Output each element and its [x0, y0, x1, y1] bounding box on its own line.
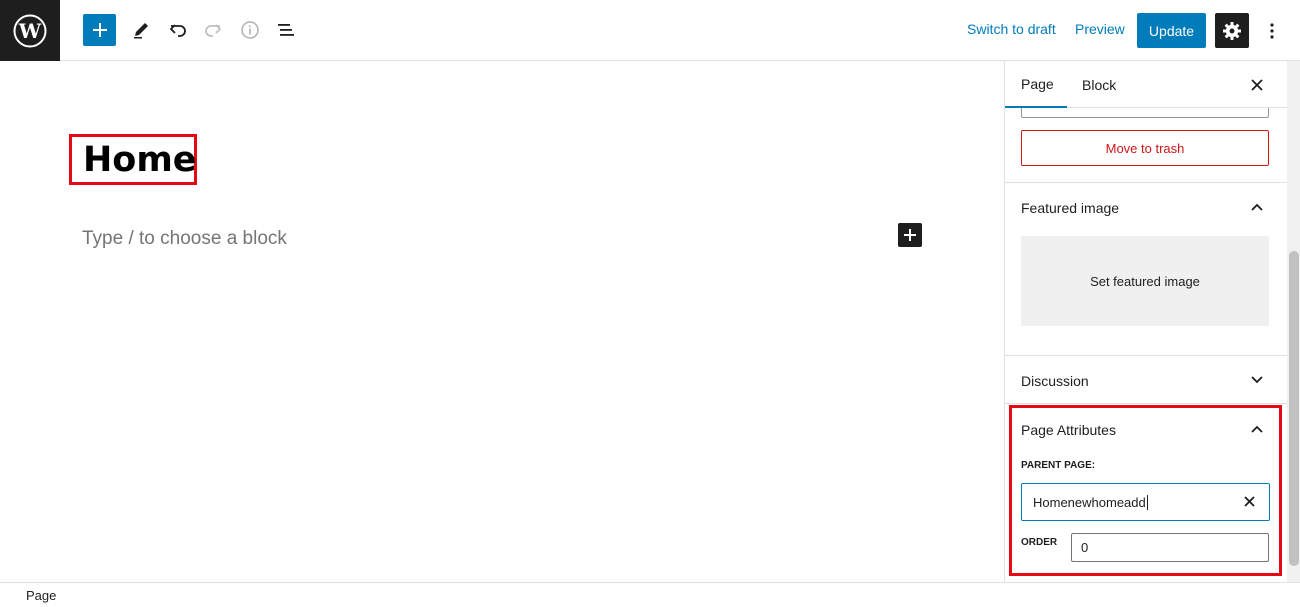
breadcrumb[interactable]: Page [26, 588, 56, 603]
options-menu-button[interactable] [1258, 13, 1286, 48]
wordpress-icon: W [13, 14, 47, 47]
block-inserter-button[interactable] [83, 14, 116, 46]
svg-text:W: W [18, 19, 42, 43]
info-icon [241, 21, 259, 39]
redo-button[interactable] [196, 13, 230, 47]
sidebar-tabs: Page Block [1005, 61, 1287, 108]
switch-to-draft-button[interactable]: Switch to draft [967, 21, 1056, 37]
set-featured-image-button[interactable]: Set featured image [1021, 236, 1269, 326]
divider [1005, 403, 1287, 404]
undo-button[interactable] [161, 13, 195, 47]
close-icon [1251, 79, 1263, 91]
editor-header: W Switch to draft Preview Update [0, 0, 1300, 61]
close-sidebar-button[interactable] [1243, 71, 1271, 99]
divider [1005, 182, 1287, 183]
move-to-trash-button[interactable]: Move to trash [1021, 130, 1269, 166]
undo-icon [169, 24, 186, 37]
discussion-toggle[interactable] [1247, 370, 1267, 390]
scrollbar-thumb[interactable] [1289, 251, 1299, 566]
update-button[interactable]: Update [1137, 13, 1206, 48]
previous-field-edge [1021, 108, 1269, 118]
settings-button[interactable] [1215, 13, 1249, 48]
more-vertical-icon [1270, 22, 1274, 39]
footer-bar: Page [0, 582, 1300, 607]
empty-block-placeholder[interactable]: Type / to choose a block [82, 228, 287, 250]
details-button[interactable] [233, 13, 267, 47]
add-block-button[interactable] [898, 223, 922, 247]
tab-block[interactable]: Block [1082, 61, 1116, 108]
chevron-down-icon [1251, 376, 1263, 384]
tab-page[interactable]: Page [1005, 61, 1067, 108]
plus-icon [92, 23, 107, 37]
redo-icon [205, 24, 222, 37]
page-title-highlight[interactable]: Home [69, 134, 197, 185]
divider [1005, 355, 1287, 356]
pencil-icon [134, 23, 148, 39]
discussion-panel-title[interactable]: Discussion [1021, 373, 1089, 389]
gear-icon [1223, 21, 1241, 40]
wordpress-logo-button[interactable]: W [0, 0, 60, 61]
featured-image-toggle[interactable] [1247, 197, 1267, 217]
chevron-up-icon [1251, 203, 1263, 211]
editor-canvas: Home Type / to choose a block [0, 61, 1004, 582]
sidebar-scrollbar[interactable] [1287, 61, 1300, 582]
page-attributes-highlight [1009, 405, 1282, 576]
list-view-button[interactable] [269, 13, 303, 47]
page-title[interactable]: Home [83, 140, 197, 180]
tools-button[interactable] [124, 13, 158, 47]
list-view-icon [278, 24, 294, 36]
preview-button[interactable]: Preview [1075, 21, 1125, 37]
plus-icon [904, 229, 916, 241]
featured-image-panel-title[interactable]: Featured image [1021, 200, 1119, 216]
